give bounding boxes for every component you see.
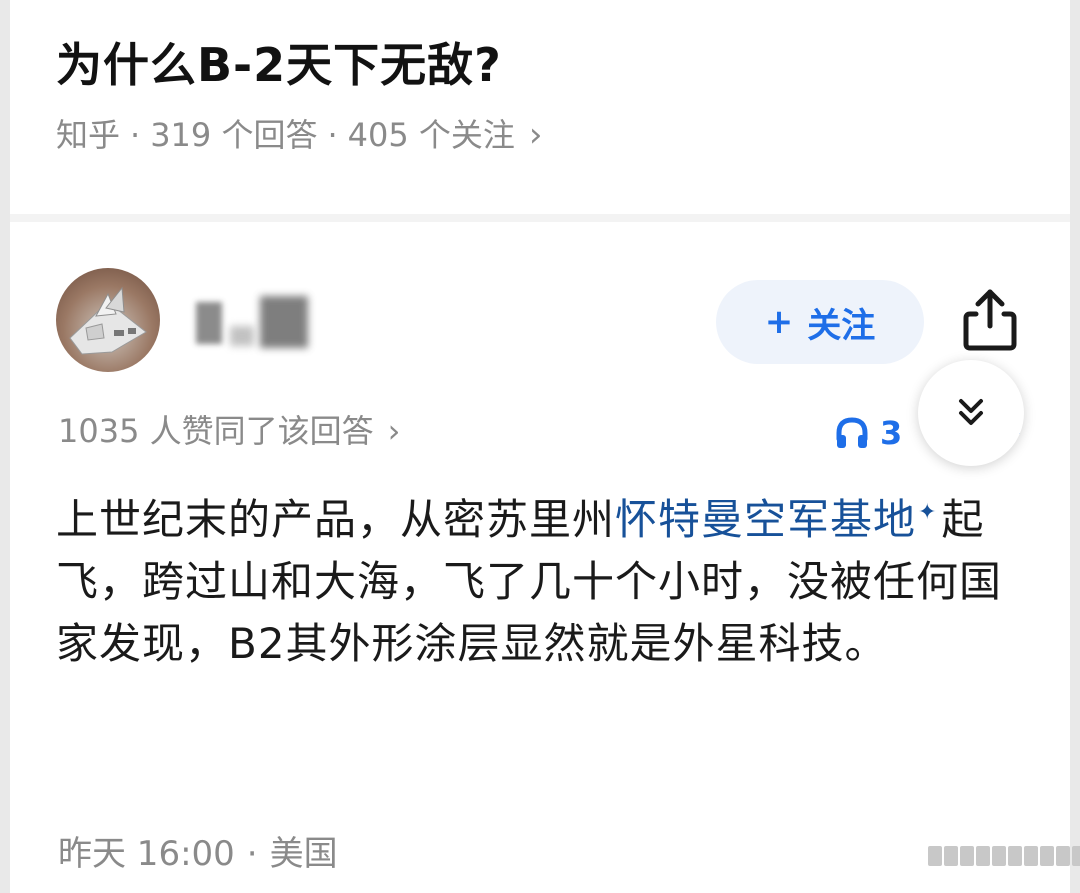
avatar[interactable] (56, 268, 160, 372)
chevron-right-icon: › (387, 412, 401, 450)
follow-button[interactable]: + 关注 (716, 280, 924, 364)
watermark (928, 846, 1080, 866)
answer-time: 昨天 16:00 (58, 834, 235, 874)
plus-icon: + (764, 302, 794, 342)
answer-footer-meta: 昨天 16:00 · 美国 (58, 826, 338, 875)
double-chevron-down-icon (959, 399, 983, 425)
content-part1: 上世纪末的产品，从密苏里州 (56, 495, 616, 544)
followers-count: 405 个关注 (347, 116, 515, 154)
question-title[interactable]: 为什么B-2天下无敌? (56, 26, 1040, 104)
listen-button[interactable]: 3 (834, 410, 902, 456)
likes-summary[interactable]: 1035 人赞同了该回答 › (58, 406, 400, 452)
meta-separator: · (327, 116, 338, 154)
author-name-blurred[interactable] (186, 296, 322, 350)
frame-right (1070, 0, 1080, 893)
section-divider (10, 214, 1070, 222)
meta-separator: · (130, 116, 141, 154)
content-link[interactable]: 怀特曼空军基地 (615, 495, 916, 544)
collapse-button[interactable] (918, 360, 1024, 466)
meta-separator: · (246, 834, 258, 874)
headphones-icon (836, 417, 868, 448)
b2-jet-icon (69, 286, 147, 355)
likes-text: 1035 人赞同了该回答 (58, 412, 374, 450)
share-icon[interactable] (958, 286, 1022, 354)
link-sparkle-icon: ✦ (918, 500, 938, 525)
frame-left (0, 0, 10, 893)
chevron-right-icon: › (528, 115, 543, 155)
answer-content: 上世纪末的产品，从密苏里州怀特曼空军基地✦起飞，跨过山和大海，飞了几十个小时，没… (56, 482, 1016, 675)
question-meta[interactable]: 知乎 · 319 个回答 · 405 个关注 › (56, 110, 1040, 160)
source-label: 知乎 (56, 116, 121, 154)
answer-location: 美国 (269, 834, 338, 874)
answers-count: 319 个回答 (150, 116, 318, 154)
question-header: 为什么B-2天下无敌? 知乎 · 319 个回答 · 405 个关注 › (56, 26, 1040, 160)
listen-count: 3 (880, 414, 903, 452)
follow-label: 关注 (807, 305, 876, 346)
